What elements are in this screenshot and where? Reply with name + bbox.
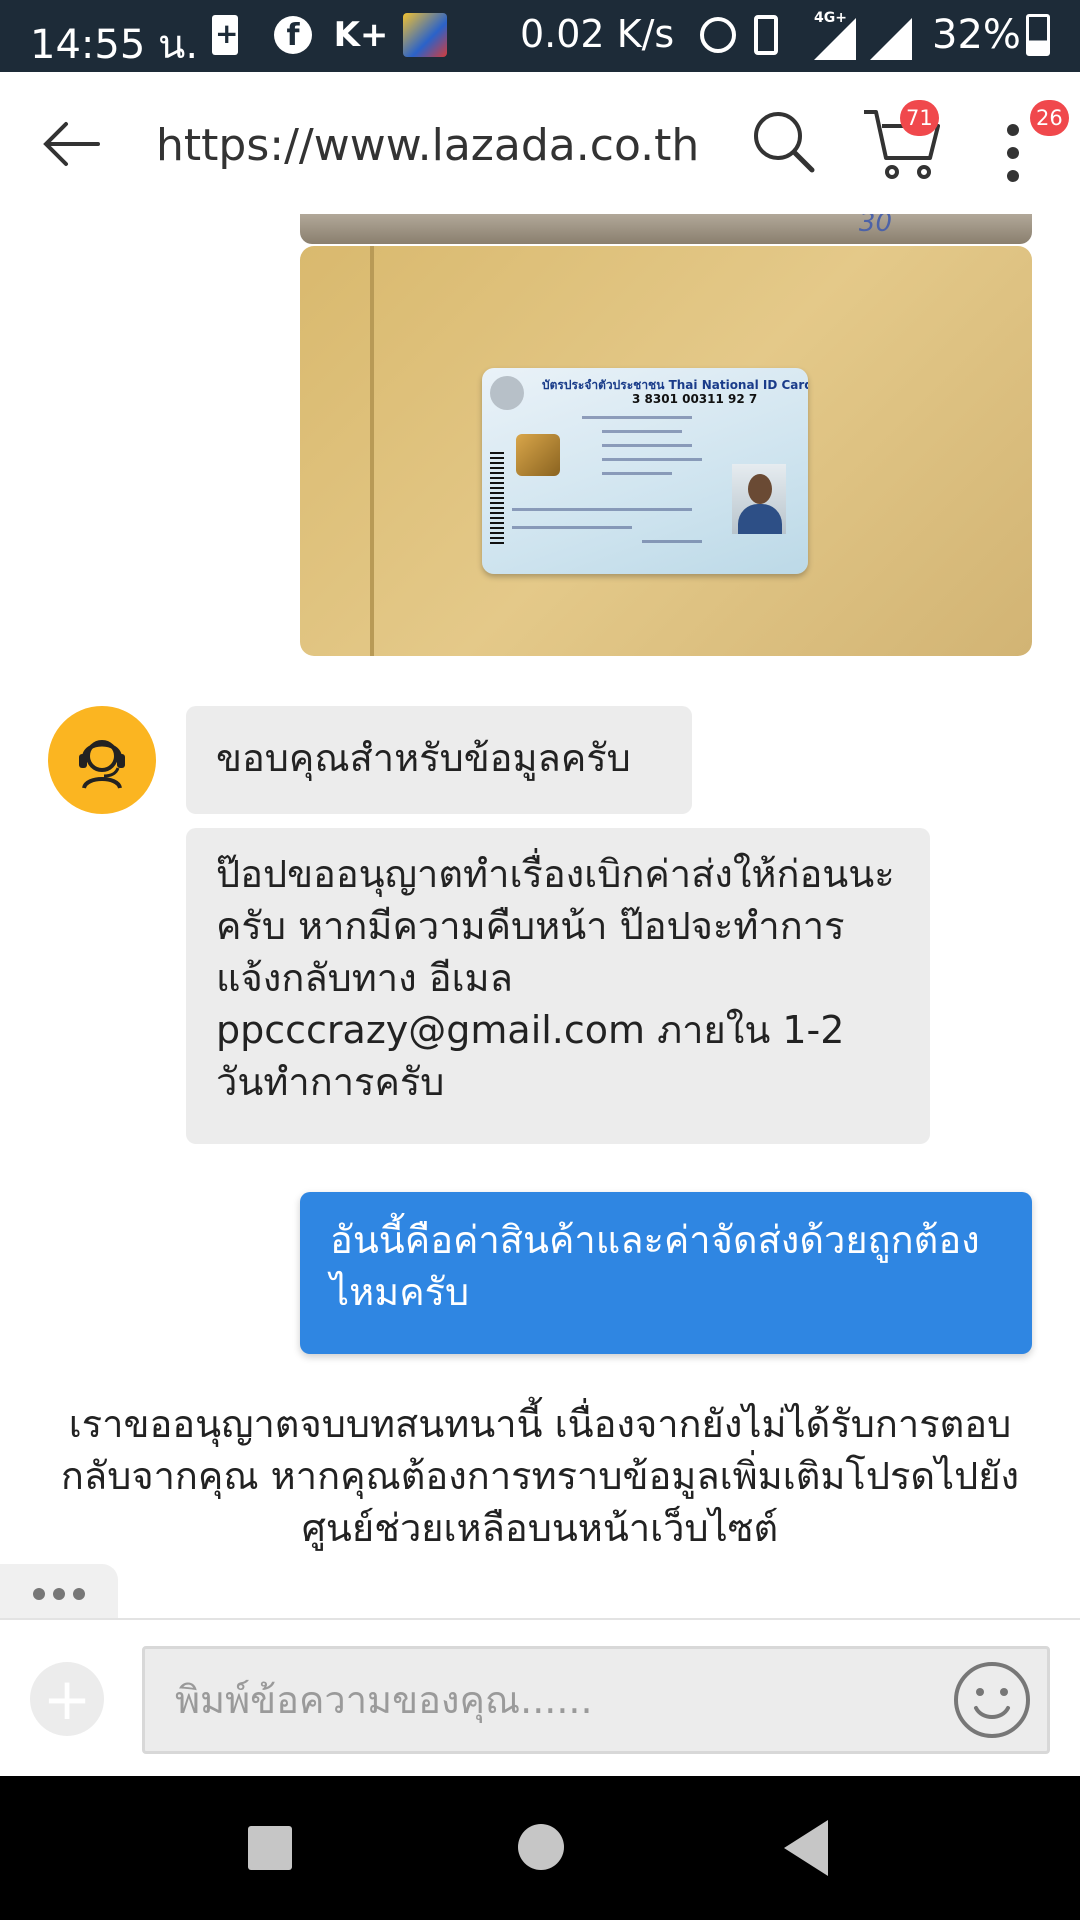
battery-percent: 32% xyxy=(932,12,1021,58)
net-speed: 0.02 K/s xyxy=(520,12,675,56)
home-icon[interactable] xyxy=(518,1824,564,1870)
battery-saver-icon xyxy=(212,12,238,58)
signal-icon xyxy=(814,18,856,60)
message-input-bar: + xyxy=(0,1618,1080,1776)
agent-avatar xyxy=(48,706,156,814)
vibrate-icon xyxy=(752,12,780,58)
cart-badge: 71 xyxy=(900,100,939,136)
back-triangle-icon[interactable] xyxy=(784,1820,828,1876)
more-badge: 26 xyxy=(1030,100,1069,136)
browser-header: https://www.lazada.co.th xyxy=(0,72,1080,214)
message-input[interactable] xyxy=(142,1646,1050,1754)
more-vert-icon[interactable] xyxy=(998,118,1028,188)
chat-area[interactable]: 30 บัตรประจำตัวประชาชน Thai National ID … xyxy=(0,214,1080,1618)
headset-agent-icon xyxy=(79,740,125,789)
k-plus-icon: K+ xyxy=(333,15,389,55)
seal-icon xyxy=(490,376,524,410)
add-attachment-button[interactable]: + xyxy=(30,1662,104,1736)
page-url[interactable]: https://www.lazada.co.th xyxy=(156,120,716,171)
image-message-partial[interactable]: 30 xyxy=(300,214,1032,244)
system-nav-bar xyxy=(0,1776,1080,1920)
back-arrow-icon[interactable] xyxy=(40,112,104,176)
facebook-icon: f xyxy=(272,12,314,58)
recents-icon[interactable] xyxy=(248,1826,292,1870)
search-icon[interactable] xyxy=(748,106,818,176)
agent-message: ป๊อปขออนุญาตทำเรื่องเบิกค่าส่งให้ก่อนนะค… xyxy=(186,828,930,1144)
id-card-photo: บัตรประจำตัวประชาชน Thai National ID Car… xyxy=(482,368,808,574)
id-card-image-message[interactable]: บัตรประจำตัวประชาชน Thai National ID Car… xyxy=(300,246,1032,656)
signal-icon xyxy=(870,18,912,60)
id-card-number: 3 8301 00311 92 7 xyxy=(632,392,758,406)
id-photo xyxy=(732,464,786,534)
system-message: เราขออนุญาตจบบทสนทนานี้ เนื่องจากยังไม่ไ… xyxy=(60,1402,1020,1550)
game-app-icon xyxy=(402,12,448,58)
alarm-icon xyxy=(696,12,740,58)
plus-icon: + xyxy=(42,1665,92,1733)
status-time: 14:55 น. xyxy=(30,22,199,68)
agent-message: ขอบคุณสำหรับข้อมูลครับ xyxy=(186,706,692,814)
typing-indicator xyxy=(0,1564,118,1618)
status-bar: 14:55 น. f K+ 0.02 K/s 4G+ 32% xyxy=(0,0,1080,72)
battery-icon xyxy=(1026,12,1050,58)
emoji-icon[interactable] xyxy=(952,1660,1032,1740)
user-message: อันนี้คือค่าสินค้าและค่าจัดส่งด้วยถูกต้อ… xyxy=(300,1192,1032,1354)
